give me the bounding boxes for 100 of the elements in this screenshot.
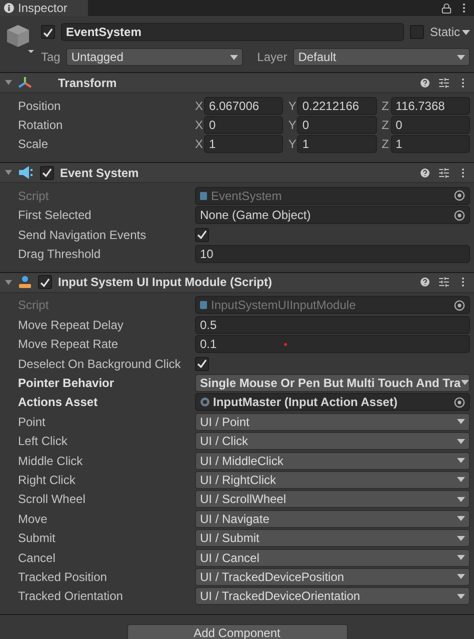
static-checkbox[interactable] [410,25,424,39]
axis-label: Z [382,118,390,132]
dropdown[interactable]: UI / ScrollWheel [195,490,470,508]
caret-icon [457,516,465,522]
field-label: First Selected [18,208,92,222]
presets-icon[interactable] [438,76,450,88]
number-field[interactable]: 1 [390,135,470,154]
info-icon [4,3,14,13]
number-field[interactable]: 0.5 [195,316,470,334]
component-header[interactable]: Event System [0,163,474,184]
presets-icon[interactable] [438,166,450,179]
script-icon [200,190,208,201]
caret-icon [457,477,465,482]
help-icon[interactable] [419,276,431,288]
field-label: Script [18,298,50,312]
field-label: Pointer Behavior [18,376,116,390]
component-header[interactable]: Input System UI Input Module (Script) [0,272,474,293]
object-picker-icon[interactable] [454,210,465,221]
caret-icon [460,380,469,386]
axis-label: X [195,118,204,132]
field-label: Tracked Position [18,570,108,584]
add-component-button[interactable]: Add Component [126,624,348,639]
component-title: Input System UI Input Module (Script) [58,275,273,290]
number-field[interactable]: 0.1 [195,335,470,354]
field-label: Left Click [18,434,68,448]
component-title: Transform [58,76,118,90]
person-icon [18,275,32,290]
dropdown[interactable]: UI / RightClick [195,470,470,489]
axis-label: Y [288,98,298,113]
field-label: Move Repeat Delay [18,318,124,332]
presets-icon[interactable] [438,276,450,288]
help-icon[interactable] [419,166,431,179]
dropdown[interactable]: UI / Point [195,412,470,431]
active-checkbox[interactable] [41,25,55,39]
number-field[interactable]: 10 [195,245,470,264]
caret-icon [457,594,465,599]
field-label: Tracked Orientation [18,589,124,604]
component-header[interactable]: Transform [0,73,474,93]
field-label: Scale [18,137,50,152]
dropdown[interactable]: UI / TrackedDevicePosition [195,568,470,586]
number-field[interactable]: 0 [204,116,284,134]
dropdown[interactable]: UI / MiddleClick [195,452,470,470]
caret-icon [457,458,465,464]
caret-icon [230,54,238,60]
enable-checkbox[interactable] [40,166,54,180]
field-label: Deselect On Background Click [18,356,182,371]
field-label: Middle Click [18,454,84,468]
number-field[interactable]: 0.2212166 [297,96,377,115]
caret-icon [462,30,470,34]
enable-checkbox[interactable] [38,275,52,290]
name-field[interactable]: EventSystem [61,23,404,41]
dropdown[interactable]: Single Mouse Or Pen But Multi Touch And Tra [195,374,470,392]
object-picker-icon[interactable] [454,300,465,311]
dropdown[interactable]: UI / Cancel [195,548,470,566]
dropdown[interactable]: UI / Navigate [195,510,470,528]
object-field[interactable]: None (Game Object) [195,206,470,224]
axis-label: Z [382,137,390,152]
fold-icon[interactable] [5,278,12,286]
number-field[interactable]: 0 [297,116,377,134]
fold-icon[interactable] [5,79,12,86]
number-field[interactable]: 1 [297,135,377,154]
field-label: Script [18,188,50,203]
caret-icon [457,574,465,580]
field-label: Rotation [18,118,64,132]
axis-label: Y [288,137,298,152]
object-picker-icon[interactable] [454,396,465,408]
dropdown[interactable]: UI / Submit [195,529,470,548]
field-label: Submit [18,531,56,546]
checkbox[interactable] [195,228,209,242]
lock-icon[interactable] [441,2,452,14]
megaphone-icon [18,166,34,180]
dropdown[interactable]: UI / TrackedDeviceOrientation [195,587,470,606]
field-label: Scroll Wheel [18,492,86,506]
caret-icon [457,496,465,502]
tag-label: Tag [41,50,60,64]
dropdown[interactable]: UI / Click [195,432,470,450]
object-field[interactable]: InputMaster (Input Action Asset) [195,393,470,412]
number-field[interactable]: 0 [390,116,470,134]
inspector-tab[interactable]: Inspector [0,0,88,16]
object-picker-icon[interactable] [454,190,465,202]
script-field: EventSystem [195,186,470,205]
field-label: Actions Asset [18,395,99,410]
axis-label: Z [382,98,390,113]
axes-icon [18,76,32,90]
axis-label: X [195,137,204,152]
checkbox[interactable] [195,356,209,371]
field-label: Move Repeat Rate [18,337,120,352]
number-field[interactable]: 1 [204,135,284,154]
number-field[interactable]: 6.067006 [204,96,284,115]
layer-dropdown[interactable]: Default [293,48,470,66]
axis-label: X [195,98,204,113]
dot-icon [284,343,287,346]
fold-icon[interactable] [5,169,12,176]
number-field[interactable]: 116.7368 [390,96,470,115]
cube-icon[interactable] [5,23,35,55]
tag-dropdown[interactable]: Untagged [66,48,244,66]
field-label: Send Navigation Events [18,228,148,242]
component-title: Event System [60,166,140,180]
help-icon[interactable] [419,76,431,88]
static-dropdown[interactable]: Static [430,25,470,39]
